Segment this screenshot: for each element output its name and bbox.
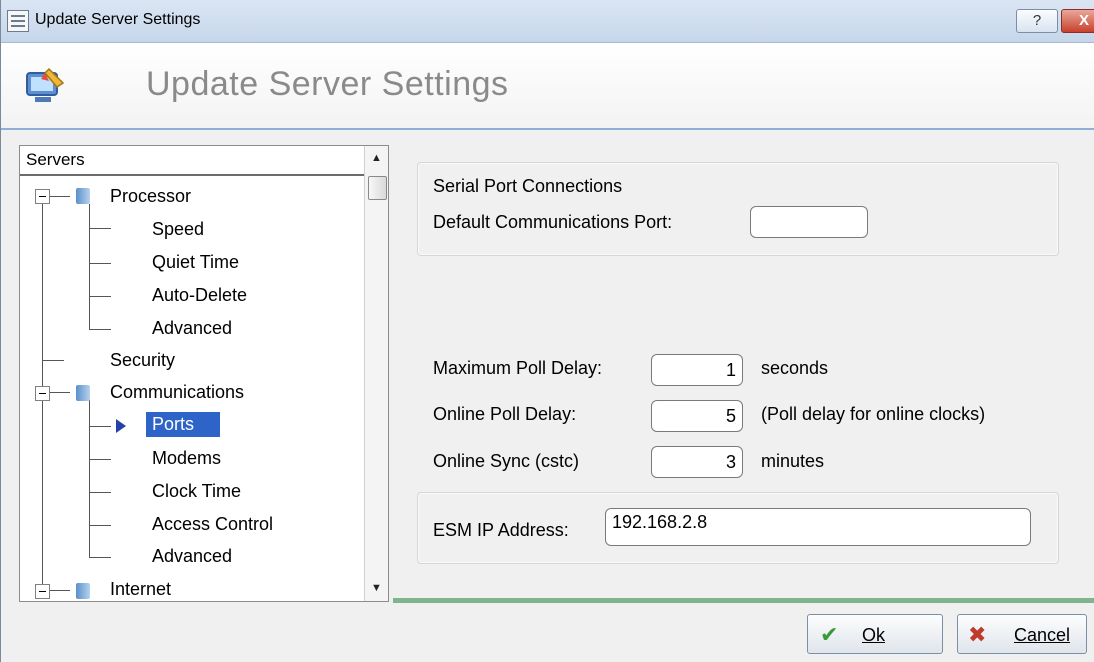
server-settings-icon: [26, 67, 65, 102]
collapse-processor-toggle[interactable]: [35, 189, 50, 204]
tree-item-internet[interactable]: Internet: [110, 579, 171, 600]
expand-internet-toggle[interactable]: [35, 584, 50, 599]
tree-item-auto-delete[interactable]: Auto-Delete: [152, 285, 247, 306]
online-poll-input[interactable]: 5: [651, 400, 743, 432]
collapse-communications-toggle[interactable]: [35, 386, 50, 401]
dialog-header: Update Server Settings: [1, 43, 1094, 130]
tree-item-modems[interactable]: Modems: [152, 448, 221, 469]
tree-item-security[interactable]: Security: [110, 350, 175, 371]
window-title: Update Server Settings: [35, 11, 201, 28]
max-poll-input[interactable]: 1: [651, 354, 743, 386]
online-poll-unit: (Poll delay for online clocks): [761, 404, 986, 424]
tree-item-communications[interactable]: Communications: [110, 382, 244, 403]
page-title: Update Server Settings: [146, 65, 509, 103]
scroll-down-arrow-icon[interactable]: ▼: [371, 582, 382, 594]
selected-arrow-icon: [116, 419, 126, 433]
tree-item-processor[interactable]: Processor: [110, 186, 191, 207]
tree-item-clock-time[interactable]: Clock Time: [152, 481, 241, 502]
online-poll-label: Online Poll Delay:: [433, 404, 577, 424]
settings-tree[interactable]: Servers Processor Speed Quiet Time Auto-…: [19, 145, 389, 602]
check-icon: ✔: [820, 622, 839, 647]
serial-port-title: Serial Port Connections: [433, 176, 623, 196]
esm-ip-input[interactable]: 192.168.2.8: [605, 508, 1031, 546]
tree-item-advanced-communications[interactable]: Advanced: [152, 546, 232, 567]
tree-scrollbar[interactable]: ▲ ▼: [364, 146, 388, 601]
online-sync-unit: minutes: [761, 451, 825, 471]
tree-item-access-control[interactable]: Access Control: [152, 514, 273, 535]
tree-item-speed[interactable]: Speed: [152, 219, 204, 240]
scrollbar-thumb[interactable]: [368, 176, 387, 200]
window-menu-icon[interactable]: [7, 10, 29, 32]
tree-item-quiet-time[interactable]: Quiet Time: [152, 252, 239, 273]
accent-divider: [393, 598, 1094, 603]
tree-item-advanced-processor[interactable]: Advanced: [152, 318, 232, 339]
tree-header: Servers: [20, 146, 364, 176]
tree-item-ports[interactable]: Ports: [146, 412, 221, 437]
close-button[interactable]: X: [1061, 9, 1094, 33]
settings-panel: Serial Port Connections Default Communic…: [393, 140, 1094, 600]
ok-button[interactable]: ✔ Ok: [807, 614, 943, 654]
dialog-window: Update Server Settings ? X Update Server…: [0, 0, 1094, 662]
default-port-label: Default Communications Port:: [433, 212, 673, 232]
default-port-input[interactable]: [750, 206, 868, 238]
scroll-up-arrow-icon[interactable]: ▲: [371, 152, 382, 164]
esm-ip-label: ESM IP Address:: [433, 520, 569, 540]
cancel-button[interactable]: ✖ Cancel: [957, 614, 1087, 654]
max-poll-unit: seconds: [761, 358, 829, 378]
processor-book-icon: [76, 188, 90, 204]
x-icon: ✖: [968, 622, 987, 647]
help-button[interactable]: ?: [1016, 9, 1058, 33]
max-poll-label: Maximum Poll Delay:: [433, 358, 603, 378]
communications-book-icon: [76, 385, 90, 401]
online-sync-label: Online Sync (cstc): [433, 451, 580, 471]
online-sync-input[interactable]: 3: [651, 446, 743, 478]
internet-book-icon: [76, 583, 90, 599]
title-bar[interactable]: Update Server Settings ? X: [1, 0, 1094, 43]
